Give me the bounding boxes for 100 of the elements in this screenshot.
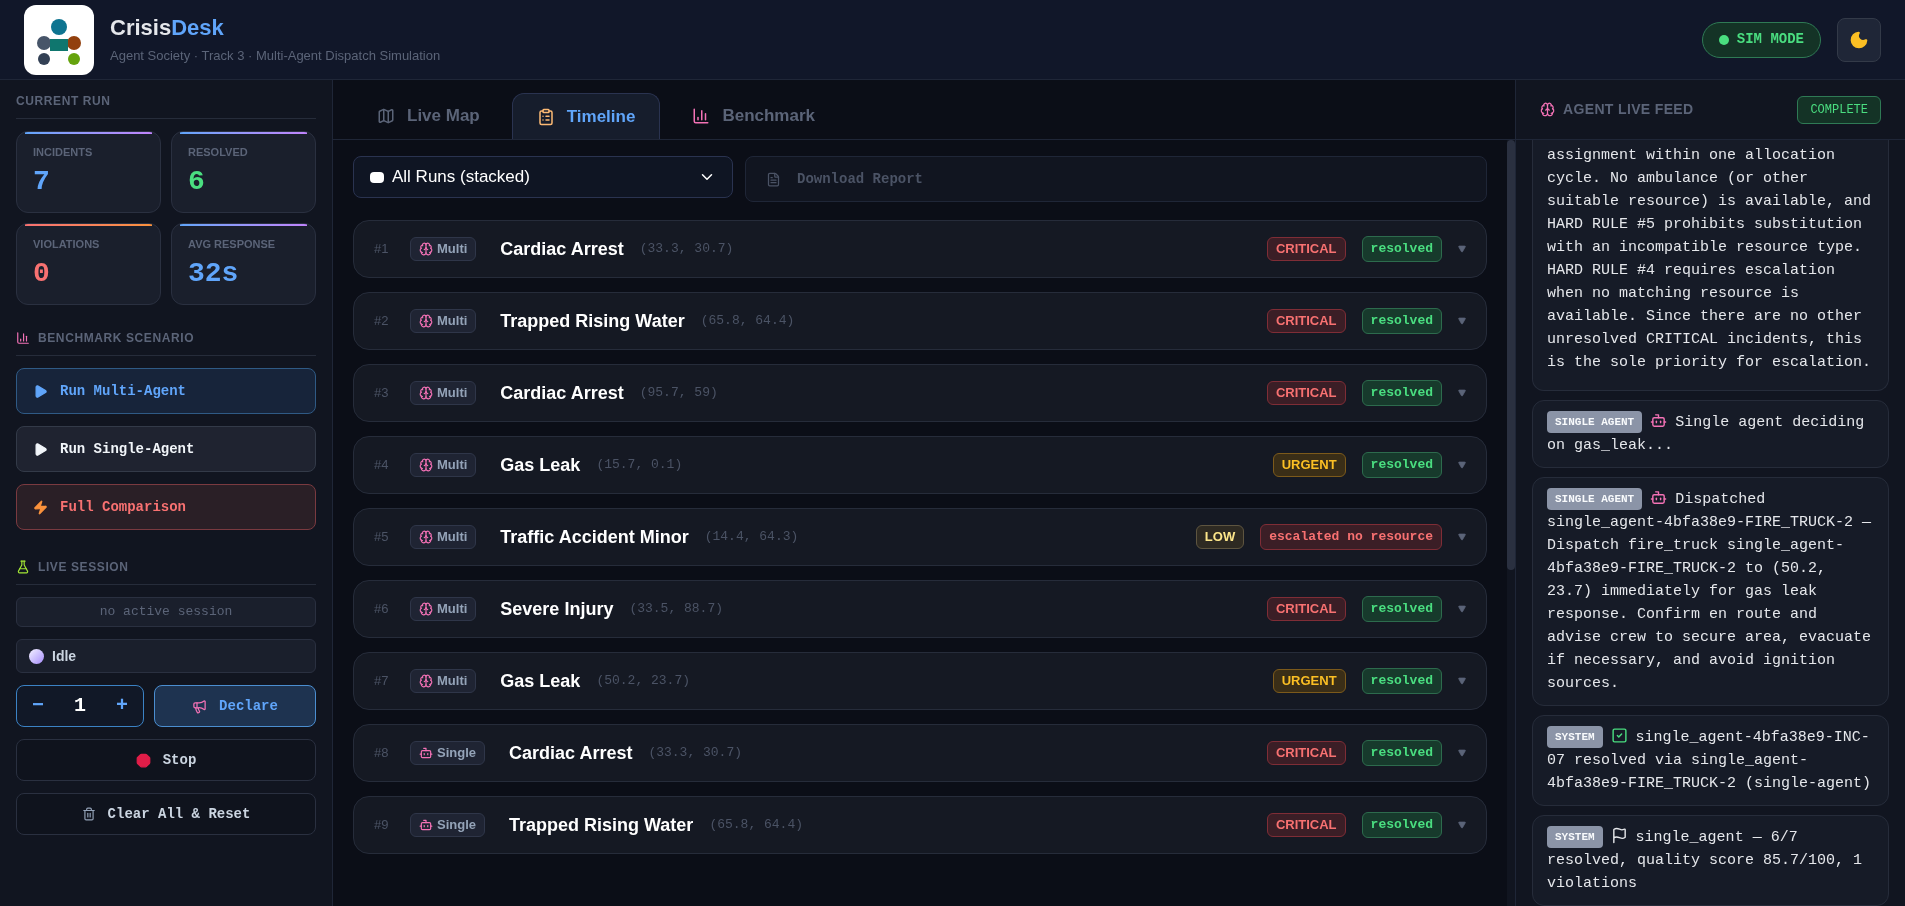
- count-stepper[interactable]: − 1 +: [16, 685, 144, 727]
- bar-chart-icon: [16, 331, 30, 345]
- incident-coords: (33.3, 30.7): [639, 240, 734, 259]
- app-subtitle: Agent Society · Track 3 · Multi-Agent Dispatch Simulation: [110, 46, 441, 65]
- priority-badge: CRITICAL: [1266, 381, 1346, 405]
- trash-icon: [81, 807, 96, 821]
- incident-row[interactable]: #4 Multi Gas Leak (15.7, 0.1) URGENT resolved: [353, 436, 1487, 494]
- incident-row[interactable]: #8 Single Cardiac Arrest (33.3, 30.7) CRITICAL resolved: [353, 724, 1487, 782]
- robot-icon: [419, 818, 433, 832]
- feed-status-badge: COMPLETE: [1797, 95, 1881, 124]
- feed-message: SINGLE AGENT Single agent deciding on gas_leak...: [1532, 400, 1889, 468]
- stop-sign-icon: [135, 752, 151, 768]
- incident-coords: (14.4, 64.3): [704, 528, 799, 547]
- tab[interactable]: Timeline: [511, 93, 661, 139]
- incident-title: Traffic Accident Minor: [500, 525, 689, 549]
- agent-badge: Multi: [410, 309, 477, 333]
- expand-caret-icon[interactable]: [1458, 533, 1466, 541]
- expand-caret-icon[interactable]: [1458, 317, 1466, 325]
- incident-title: Trapped Rising Water: [509, 813, 694, 837]
- incident-title: Gas Leak: [500, 453, 581, 477]
- agent-badge: Multi: [410, 381, 477, 405]
- document-icon: [766, 171, 781, 187]
- incident-title: Trapped Rising Water: [500, 309, 685, 333]
- incident-coords: (65.8, 64.4): [700, 312, 795, 331]
- agent-badge: Multi: [410, 525, 477, 549]
- run-select[interactable]: All Runs (stacked): [353, 156, 733, 198]
- robot-icon: [419, 746, 433, 760]
- incident-row[interactable]: #9 Single Trapped Rising Water (65.8, 64.4) CRITICAL resolved: [353, 796, 1487, 854]
- priority-badge: URGENT: [1272, 453, 1346, 477]
- incident-coords: (33.3, 30.7): [648, 744, 743, 763]
- status-badge: resolved: [1361, 740, 1442, 766]
- incident-number: #1: [374, 240, 390, 259]
- feed-tag: SYSTEM: [1547, 826, 1603, 848]
- expand-caret-icon[interactable]: [1458, 605, 1466, 613]
- lightning-icon: [33, 499, 48, 515]
- incident-number: #8: [374, 744, 390, 763]
- brain-icon: [419, 674, 433, 688]
- increment-button[interactable]: +: [116, 691, 128, 721]
- stat-value: 32s: [188, 256, 240, 291]
- flask-icon: [16, 560, 30, 574]
- priority-badge: CRITICAL: [1266, 741, 1346, 765]
- expand-caret-icon[interactable]: [1458, 677, 1466, 685]
- stop-button[interactable]: Stop: [16, 739, 316, 781]
- stat-label: RESOLVED: [188, 145, 249, 160]
- feed-message: assignment within one allocation cycle. No ambulance (or other suitable resource) is available, and HARD RULE #5 prohibits substitution with an incompatible resource type. HARD RULE #4 requires escalation when no matching resource is available. Since there are no other unresolved CRITICAL incidents, this is the sole priority for escalation.: [1532, 140, 1889, 391]
- incident-row[interactable]: #3 Multi Cardiac Arrest (95.7, 59) CRITICAL resolved: [353, 364, 1487, 422]
- status-badge: resolved: [1361, 668, 1442, 694]
- incident-title: Cardiac Arrest: [500, 381, 624, 405]
- section-heading: CURRENT RUN: [16, 92, 316, 119]
- incident-number: #9: [374, 816, 390, 835]
- brain-icon: [419, 530, 433, 544]
- status-badge: resolved: [1361, 452, 1442, 478]
- expand-caret-icon[interactable]: [1458, 389, 1466, 397]
- clear-reset-button[interactable]: Clear All & Reset: [16, 793, 316, 835]
- theme-toggle-button[interactable]: [1837, 17, 1881, 62]
- incident-title: Cardiac Arrest: [500, 237, 624, 261]
- brain-icon: [419, 242, 433, 256]
- incident-number: #5: [374, 528, 390, 547]
- incident-number: #4: [374, 456, 390, 475]
- brain-icon: [1540, 102, 1555, 117]
- count-value: 1: [74, 693, 86, 719]
- priority-badge: CRITICAL: [1266, 813, 1346, 837]
- map-icon: [377, 107, 395, 125]
- incident-coords: (95.7, 59): [639, 384, 718, 403]
- stat-label: INCIDENTS: [33, 145, 94, 160]
- incident-number: #3: [374, 384, 390, 403]
- incident-row[interactable]: #2 Multi Trapped Rising Water (65.8, 64.4) CRITICAL resolved: [353, 292, 1487, 350]
- expand-caret-icon[interactable]: [1458, 245, 1466, 253]
- brain-icon: [419, 458, 433, 472]
- expand-caret-icon[interactable]: [1458, 461, 1466, 469]
- decrement-button[interactable]: −: [32, 691, 44, 721]
- moon-icon: [1849, 29, 1869, 50]
- incident-row[interactable]: #1 Multi Cardiac Arrest (33.3, 30.7) CRITICAL resolved: [353, 220, 1487, 278]
- agent-badge: Multi: [410, 453, 477, 477]
- clipboard-icon: [536, 107, 555, 126]
- robot-icon: [1650, 489, 1668, 506]
- benchmark-button[interactable]: Run Multi-Agent: [16, 368, 316, 414]
- play-icon: [33, 383, 48, 399]
- session-field: no active session: [16, 597, 316, 627]
- incident-row[interactable]: #6 Multi Severe Injury (33.5, 88.7) CRITICAL resolved: [353, 580, 1487, 638]
- stat-label: VIOLATIONS: [33, 237, 101, 252]
- incident-coords: (65.8, 64.4): [709, 816, 803, 835]
- benchmark-button[interactable]: Run Single-Agent: [16, 426, 316, 472]
- scrollbar[interactable]: [1507, 140, 1515, 906]
- incident-title: Cardiac Arrest: [509, 741, 633, 765]
- incident-row[interactable]: #5 Multi Traffic Accident Minor (14.4, 64.3) LOW escalated no resource: [353, 508, 1487, 566]
- feed-tag: SINGLE AGENT: [1547, 411, 1643, 433]
- incident-row[interactable]: #7 Multi Gas Leak (50.2, 23.7) URGENT resolved: [353, 652, 1487, 710]
- section-heading: LIVE SESSION: [16, 558, 316, 585]
- session-status: Idle: [16, 639, 316, 673]
- incident-coords: (50.2, 23.7): [596, 672, 690, 691]
- benchmark-button[interactable]: Full Comparison: [16, 484, 316, 530]
- expand-caret-icon[interactable]: [1458, 821, 1466, 829]
- robot-icon: [1650, 412, 1668, 429]
- expand-caret-icon[interactable]: [1458, 749, 1466, 757]
- brain-icon: [419, 386, 433, 400]
- incident-number: #6: [374, 600, 390, 619]
- declare-button[interactable]: Declare: [154, 685, 316, 727]
- brain-icon: [419, 602, 433, 616]
- feed-tag: SYSTEM: [1547, 726, 1603, 748]
